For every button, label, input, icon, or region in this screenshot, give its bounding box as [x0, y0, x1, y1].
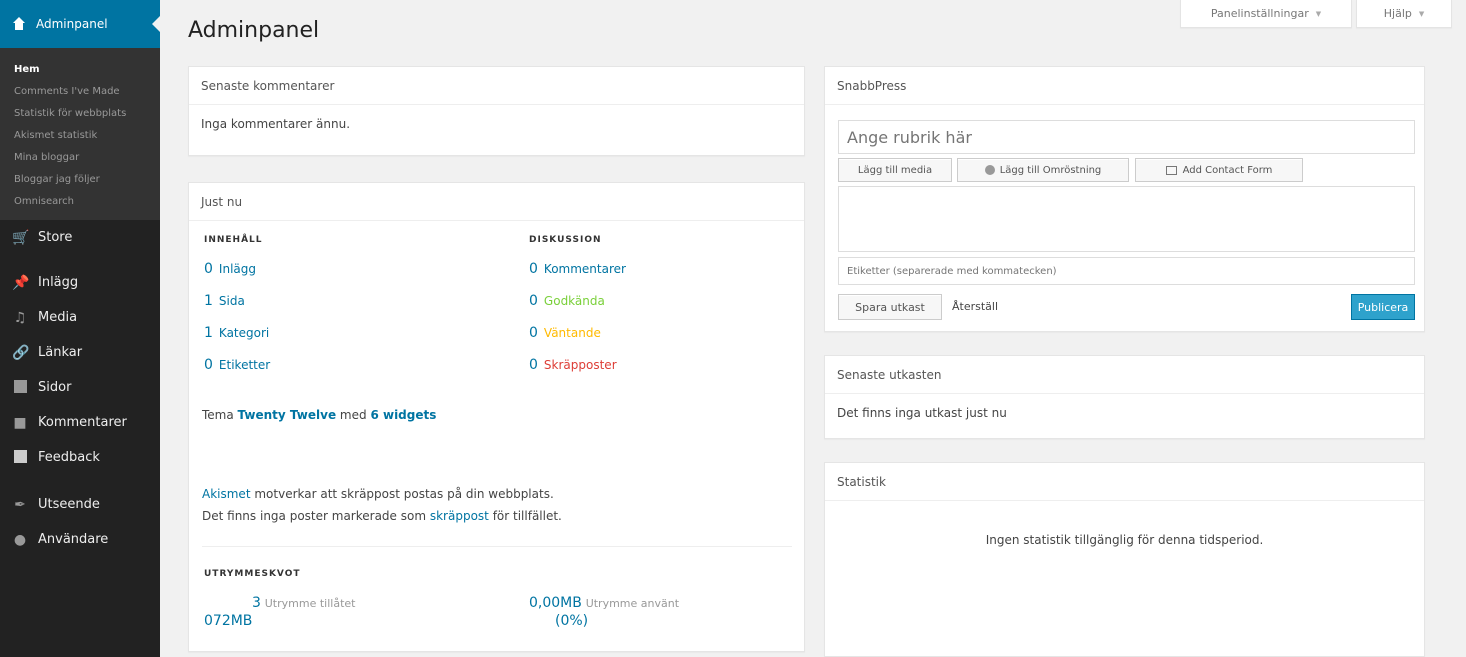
- submenu-item-home[interactable]: Hem: [0, 60, 160, 82]
- discussion-heading: DISKUSSION: [529, 235, 602, 245]
- home-icon: [12, 17, 26, 31]
- sidebar-menu: 🛒 Store 📌 Inlägg ♫ Media 🔗 Länkar Sidor …: [0, 220, 160, 557]
- sidebar-item-label: Utseende: [38, 497, 100, 512]
- sidebar-item-users[interactable]: ● Användare: [0, 522, 160, 557]
- recent-drafts-widget: Senaste utkasten Det finns inga utkast j…: [824, 355, 1425, 439]
- sidebar-submenu: Hem Comments I've Made Statistik för web…: [0, 48, 160, 220]
- akismet-link[interactable]: Akismet: [202, 487, 251, 501]
- widget-empty-text: Inga kommentarer ännu.: [201, 117, 351, 131]
- discussion-column: DISKUSSION 0 Kommentarer 0 Godkända 0 Vänta…: [529, 235, 626, 373]
- submenu-item-my-blogs[interactable]: Mina bloggar: [0, 148, 160, 170]
- submenu-item-comments-made[interactable]: Comments I've Made: [0, 82, 160, 104]
- sidebar-item-store[interactable]: 🛒 Store: [0, 220, 160, 255]
- submenu-item-blogs-following[interactable]: Bloggar jag följer: [0, 170, 160, 192]
- sidebar-item-label: Länkar: [38, 345, 83, 360]
- stat-posts[interactable]: 0 Inlägg: [204, 261, 270, 277]
- add-contact-form-button[interactable]: Add Contact Form: [1135, 158, 1303, 182]
- help-button[interactable]: Hjälp ▼: [1356, 0, 1452, 28]
- stat-categories[interactable]: 1 Kategori: [204, 325, 270, 341]
- theme-info: Tema Twenty Twelve med 6 widgets: [202, 408, 437, 422]
- cart-icon: 🛒: [12, 229, 30, 246]
- publish-button[interactable]: Publicera: [1351, 294, 1415, 320]
- content-column: INNEHÅLL 0 Inlägg 1 Sida 1 Kategori 0 Etiket…: [204, 235, 270, 373]
- pin-icon: 📌: [12, 274, 30, 291]
- help-label: Hjälp: [1383, 7, 1412, 20]
- quota-heading: UTRYMMESKVOT: [204, 569, 301, 579]
- submenu-item-akismet-stats[interactable]: Akismet statistik: [0, 126, 160, 148]
- reset-link[interactable]: Återställ: [952, 300, 998, 313]
- post-content-textarea[interactable]: [838, 186, 1415, 252]
- chevron-down-icon: ▼: [1418, 9, 1425, 18]
- sidebar-item-media[interactable]: ♫ Media: [0, 300, 160, 335]
- quickpress-widget: SnabbPress Lägg till media Lägg till Omr…: [824, 66, 1425, 332]
- sidebar-item-label: Feedback: [38, 450, 100, 465]
- sidebar-item-comments[interactable]: ■ Kommentarer: [0, 405, 160, 440]
- sidebar-item-label: Kommentarer: [38, 415, 127, 430]
- stat-pages[interactable]: 1 Sida: [204, 293, 270, 309]
- sidebar-item-label: Adminpanel: [36, 17, 108, 31]
- form-icon: [1165, 165, 1177, 175]
- akismet-info: Akismet motverkar att skräppost postas p…: [202, 487, 562, 523]
- sidebar-item-links[interactable]: 🔗 Länkar: [0, 335, 160, 370]
- sidebar-item-posts[interactable]: 📌 Inlägg: [0, 265, 160, 300]
- page-title: Adminpanel: [188, 18, 320, 43]
- submenu-item-site-stats[interactable]: Statistik för webbplats: [0, 104, 160, 126]
- active-indicator: [152, 16, 160, 32]
- pages-icon: [12, 379, 28, 396]
- stats-widget: Statistik Ingen statistik tillgänglig fö…: [824, 462, 1425, 657]
- chevron-down-icon: ▼: [1315, 9, 1322, 18]
- brush-icon: ✒: [14, 496, 26, 513]
- sidebar-item-label: Media: [38, 310, 78, 325]
- widget-title[interactable]: SnabbPress: [825, 67, 1424, 105]
- user-icon: ●: [13, 531, 27, 548]
- widget-title[interactable]: Senaste utkasten: [825, 356, 1424, 394]
- right-now-widget: Just nu INNEHÅLL 0 Inlägg 1 Sida 1 Kategori…: [188, 182, 805, 652]
- save-draft-button[interactable]: Spara utkast: [838, 294, 942, 320]
- widget-title[interactable]: Just nu: [189, 183, 804, 221]
- quota-used[interactable]: 0,00MB Utrymme använt (0%): [529, 595, 679, 629]
- widget-title[interactable]: Senaste kommentarer: [189, 67, 804, 105]
- divider: [202, 546, 792, 547]
- stats-empty-text: Ingen statistik tillgänglig för denna ti…: [985, 533, 1264, 547]
- link-icon: 🔗: [12, 344, 30, 361]
- sidebar-item-label: Inlägg: [38, 275, 79, 290]
- add-media-button[interactable]: Lägg till media: [838, 158, 952, 182]
- recent-comments-widget: Senaste kommentarer Inga kommentarer änn…: [188, 66, 805, 156]
- tags-input[interactable]: [838, 257, 1415, 285]
- spam-link[interactable]: skräppost: [430, 509, 489, 523]
- screen-options-label: Panelinställningar: [1210, 7, 1309, 20]
- media-icon: ♫: [13, 309, 27, 326]
- poll-icon: [984, 165, 995, 175]
- sidebar-item-appearance[interactable]: ✒ Utseende: [0, 487, 160, 522]
- stat-approved[interactable]: 0 Godkända: [529, 293, 626, 309]
- sidebar-item-dashboard[interactable]: Adminpanel: [0, 0, 160, 48]
- quota-allowed[interactable]: 3 Utrymme tillåtet 072MB: [204, 595, 355, 629]
- widget-empty-text: Det finns inga utkast just nu: [837, 406, 1007, 420]
- submenu-item-omnisearch[interactable]: Omnisearch: [0, 192, 160, 214]
- stat-pending[interactable]: 0 Väntande: [529, 325, 626, 341]
- add-poll-button[interactable]: Lägg till Omröstning: [957, 158, 1129, 182]
- feedback-icon: [12, 449, 28, 466]
- content-heading: INNEHÅLL: [204, 235, 263, 245]
- comment-icon: ■: [13, 414, 27, 431]
- theme-link[interactable]: Twenty Twelve: [238, 408, 337, 422]
- admin-sidebar: Adminpanel Hem Comments I've Made Statis…: [0, 0, 160, 657]
- sidebar-item-label: Sidor: [38, 380, 72, 395]
- widgets-link[interactable]: 6 widgets: [370, 408, 436, 422]
- sidebar-item-label: Store: [38, 230, 73, 245]
- stat-comments[interactable]: 0 Kommentarer: [529, 261, 626, 277]
- stat-tags[interactable]: 0 Etiketter: [204, 357, 270, 373]
- sidebar-item-pages[interactable]: Sidor: [0, 370, 160, 405]
- sidebar-item-feedback[interactable]: Feedback: [0, 440, 160, 475]
- main-content: Panelinställningar ▼ Hjälp ▼ Adminpanel …: [160, 0, 1466, 657]
- post-title-input[interactable]: [838, 120, 1415, 154]
- stat-spam[interactable]: 0 Skräpposter: [529, 357, 626, 373]
- screen-options-button[interactable]: Panelinställningar ▼: [1180, 0, 1352, 28]
- widget-title[interactable]: Statistik: [825, 463, 1424, 501]
- sidebar-item-label: Användare: [38, 532, 109, 547]
